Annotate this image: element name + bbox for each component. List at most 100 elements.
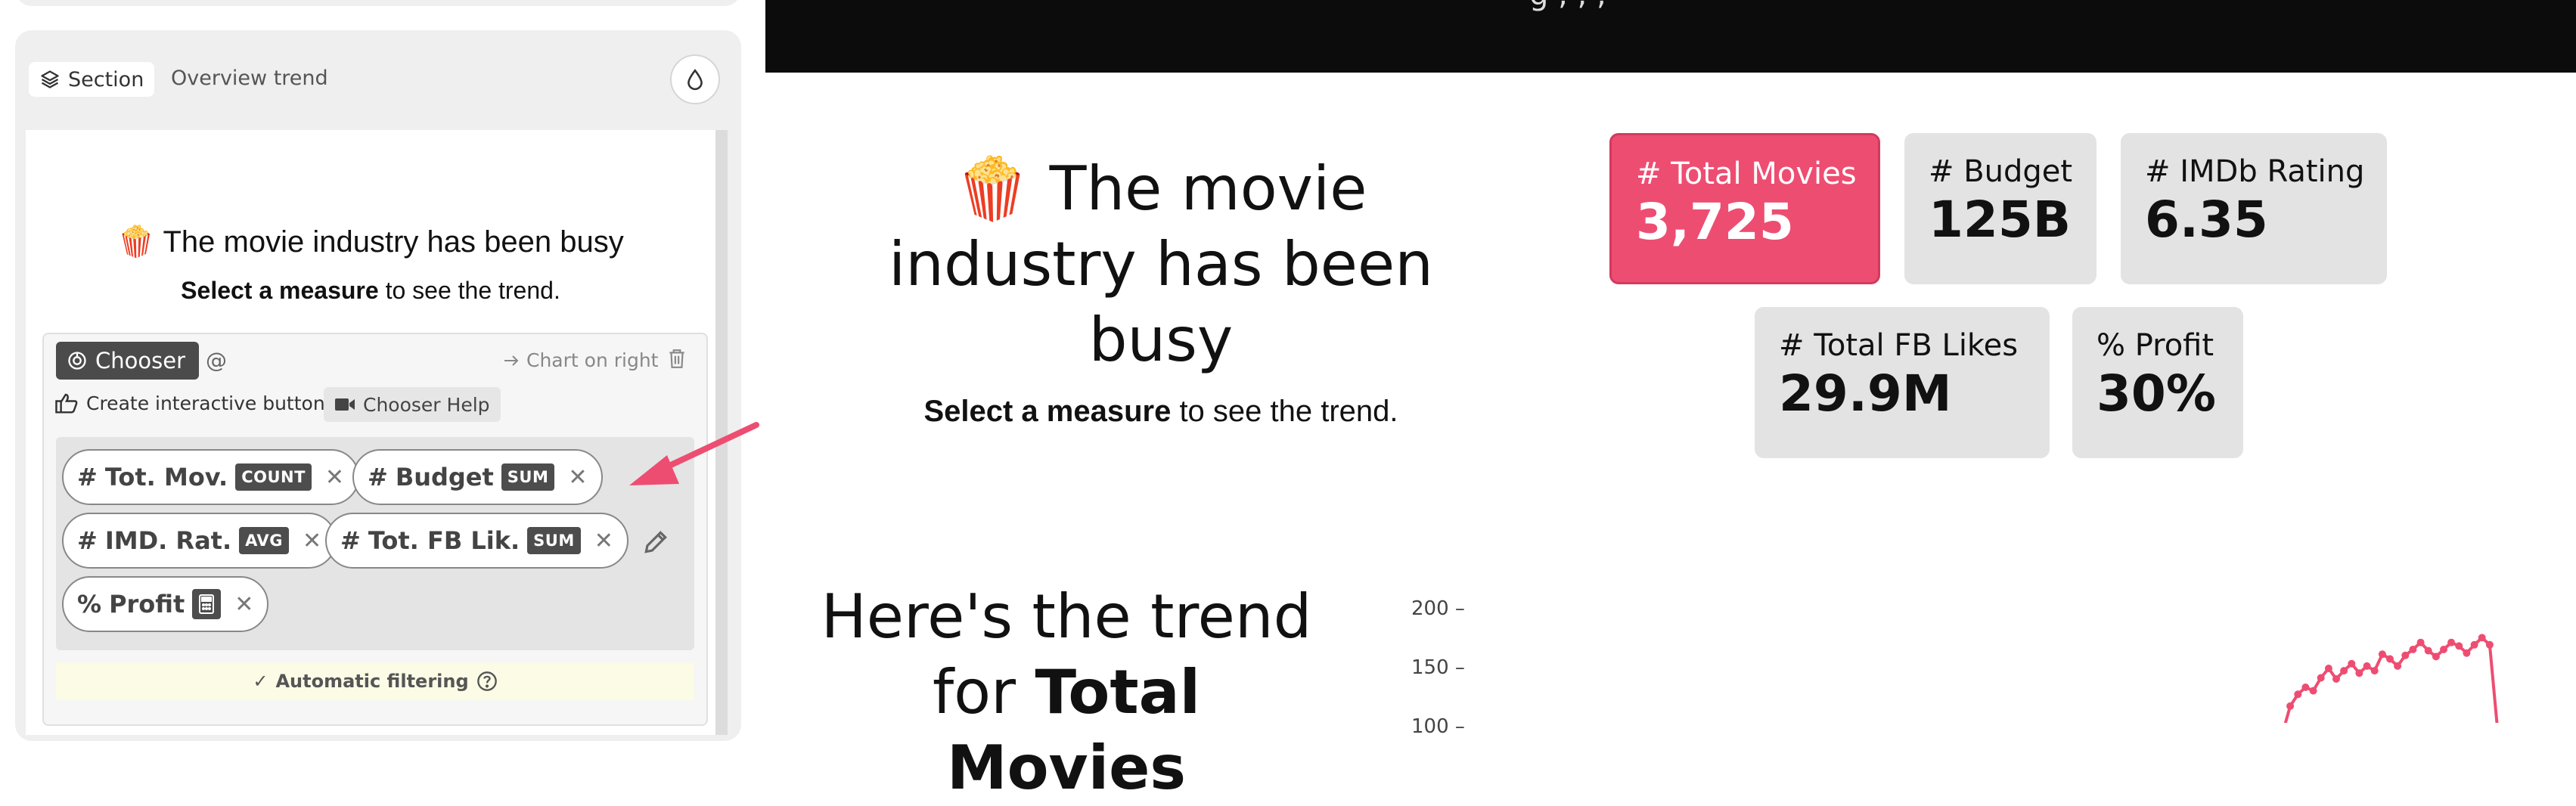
data-point[interactable] bbox=[2378, 650, 2386, 659]
chooser-badge-label: Chooser bbox=[95, 348, 185, 374]
calculator-icon bbox=[192, 589, 222, 619]
data-point[interactable] bbox=[2324, 665, 2332, 672]
pill-label: Budget bbox=[395, 463, 494, 491]
hero-sub-bold: Select a measure bbox=[923, 395, 1172, 428]
pill-aggregation: AVG bbox=[239, 527, 289, 554]
section-chip-label: Section bbox=[68, 67, 144, 91]
close-icon[interactable]: ✕ bbox=[568, 464, 587, 491]
close-icon[interactable]: ✕ bbox=[303, 528, 321, 554]
measure-pill[interactable]: # Budget SUM ✕ bbox=[352, 449, 603, 505]
y-tick-label: 150 – bbox=[1411, 656, 1465, 679]
kpi-value: 3,725 bbox=[1636, 193, 1794, 251]
data-point[interactable] bbox=[2394, 662, 2402, 670]
measure-pill[interactable]: # Tot. FB Lik. SUM ✕ bbox=[325, 513, 628, 569]
data-point[interactable] bbox=[2432, 653, 2440, 661]
mini-preview-subtitle: Select a measure to see the trend. bbox=[26, 277, 715, 305]
droplet-icon bbox=[687, 69, 703, 91]
y-tick-label: 200 – bbox=[1411, 597, 1465, 620]
mini-sub-rest: to see the trend. bbox=[378, 277, 560, 304]
automatic-filtering-label: Automatic filtering bbox=[275, 671, 469, 692]
create-interactive-buttons[interactable]: Create interactive buttons bbox=[54, 392, 335, 414]
data-point[interactable] bbox=[2355, 669, 2363, 677]
kpi-value: 6.35 bbox=[2145, 191, 2268, 249]
data-point[interactable] bbox=[2416, 638, 2425, 646]
chooser-badge[interactable]: Chooser bbox=[56, 342, 199, 380]
trash-icon[interactable] bbox=[667, 348, 687, 372]
hero-subtitle: Select a measure to see the trend. bbox=[877, 395, 1445, 429]
pill-prefix: % bbox=[77, 590, 102, 618]
data-point[interactable] bbox=[2424, 646, 2432, 655]
data-point[interactable] bbox=[2309, 687, 2317, 695]
section-name[interactable]: Overview trend bbox=[171, 67, 328, 90]
kpi-label: # Budget bbox=[1929, 154, 2073, 189]
thumbs-up-icon bbox=[55, 393, 78, 414]
data-point[interactable] bbox=[2363, 662, 2371, 670]
check-icon: ✓ bbox=[253, 671, 268, 692]
kpi-button-total-fb-likes[interactable]: # Total FB Likes 29.9M bbox=[1755, 307, 2050, 458]
kpi-button-imdb-rating[interactable]: # IMDb Rating 6.35 bbox=[2121, 133, 2387, 284]
data-point[interactable] bbox=[2286, 702, 2295, 710]
pill-label: IMD. Rat. bbox=[104, 526, 232, 555]
pencil-icon[interactable] bbox=[641, 528, 670, 560]
data-point[interactable] bbox=[2447, 638, 2456, 646]
close-icon[interactable]: ✕ bbox=[234, 591, 253, 618]
data-point[interactable] bbox=[2463, 649, 2471, 657]
data-point[interactable] bbox=[2301, 684, 2310, 691]
data-point[interactable] bbox=[2294, 690, 2302, 699]
data-point[interactable] bbox=[2470, 640, 2478, 649]
style-drop-button[interactable] bbox=[670, 54, 720, 104]
previous-section-card bbox=[15, 0, 741, 6]
close-icon[interactable]: ✕ bbox=[594, 528, 613, 554]
kpi-button-total-movies[interactable]: # Total Movies 3,725 bbox=[1609, 133, 1880, 284]
data-point[interactable] bbox=[2409, 646, 2417, 653]
data-point[interactable] bbox=[2440, 646, 2447, 653]
automatic-filtering-toggle[interactable]: ✓ Automatic filtering bbox=[56, 662, 694, 700]
data-point[interactable] bbox=[2348, 659, 2356, 668]
data-point[interactable] bbox=[2455, 642, 2463, 650]
data-point[interactable] bbox=[2478, 634, 2486, 642]
trend-title-prefix: for bbox=[933, 657, 1035, 727]
data-point[interactable] bbox=[2401, 651, 2410, 659]
layers-icon bbox=[41, 70, 59, 88]
annotation-arrow bbox=[629, 422, 759, 485]
data-point[interactable] bbox=[2386, 655, 2394, 663]
data-point[interactable] bbox=[2370, 667, 2379, 675]
measure-pill[interactable]: # Tot. Mov. COUNT ✕ bbox=[62, 449, 360, 505]
pill-aggregation: COUNT bbox=[235, 463, 312, 491]
data-point[interactable] bbox=[2332, 675, 2340, 683]
create-buttons-label: Create interactive buttons bbox=[86, 392, 335, 414]
chart-position-button[interactable]: Chart on right bbox=[502, 349, 658, 371]
header-banner: g , , , bbox=[765, 0, 2576, 73]
kpi-value: 29.9M bbox=[1779, 364, 1952, 423]
close-icon[interactable]: ✕ bbox=[325, 464, 344, 491]
measure-pill[interactable]: % Profit ✕ bbox=[62, 576, 269, 632]
mention-button[interactable]: @ bbox=[206, 348, 227, 373]
chooser-icon bbox=[68, 352, 86, 370]
data-point[interactable] bbox=[2340, 667, 2348, 675]
pill-label: Profit bbox=[109, 590, 185, 618]
trend-title-line1: Here's the trend bbox=[821, 581, 1312, 652]
pill-prefix: # bbox=[77, 526, 98, 555]
pill-prefix: # bbox=[77, 463, 98, 491]
measure-pill[interactable]: # IMD. Rat. AVG ✕ bbox=[62, 513, 337, 569]
kpi-value: 125B bbox=[1929, 191, 2072, 249]
kpi-button-budget[interactable]: # Budget 125B bbox=[1904, 133, 2096, 284]
chooser-help-button[interactable]: Chooser Help bbox=[324, 387, 501, 422]
hero-title: 🍿 The movie industry has been busy bbox=[889, 153, 1433, 375]
chooser-help-label: Chooser Help bbox=[363, 393, 490, 416]
chart-position-label: Chart on right bbox=[526, 349, 659, 371]
pill-prefix: # bbox=[340, 526, 361, 555]
kpi-label: % Profit bbox=[2096, 328, 2214, 363]
pill-aggregation: SUM bbox=[527, 527, 581, 554]
kpi-value: 30% bbox=[2096, 364, 2216, 423]
help-icon[interactable] bbox=[476, 671, 498, 692]
section-type-chip[interactable]: Section bbox=[29, 62, 155, 97]
kpi-label: # IMDb Rating bbox=[2145, 154, 2365, 189]
data-point[interactable] bbox=[2485, 640, 2494, 649]
pill-label: Tot. FB Lik. bbox=[368, 526, 520, 555]
header-banner-text: g , , , bbox=[1529, 0, 2576, 12]
kpi-button-profit[interactable]: % Profit 30% bbox=[2072, 307, 2243, 458]
data-point[interactable] bbox=[2317, 674, 2325, 682]
mini-preview-title: 🍿 The movie industry has been busy bbox=[117, 225, 624, 259]
trend-title: Here's the trend for Total Movies bbox=[817, 579, 1316, 806]
